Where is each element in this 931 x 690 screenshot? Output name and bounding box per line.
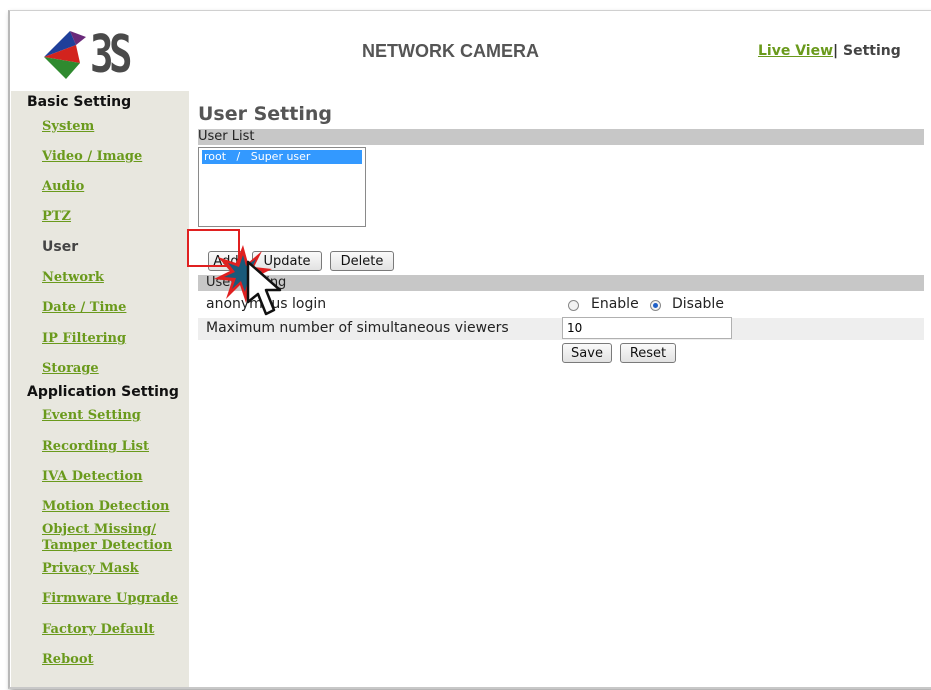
top-nav: Live View| Setting [758, 43, 901, 59]
sidebar-item-network[interactable]: Network [42, 270, 104, 286]
sidebar-item-firmware-upgrade[interactable]: Firmware Upgrade [42, 591, 178, 607]
anonymous-disable-radio[interactable] [650, 300, 661, 311]
sidebar-item-user: User [42, 239, 79, 255]
sidebar-item-object-missing[interactable]: Object Missing/ [42, 522, 156, 538]
sidebar-item-date-time[interactable]: Date / Time [42, 300, 126, 316]
basic-setting-heading: Basic Setting [27, 94, 132, 110]
user-list-heading: User List [198, 129, 255, 144]
sidebar-item-ptz[interactable]: PTZ [42, 209, 71, 225]
main-content: User Setting User List root / Super user… [198, 91, 931, 687]
delete-button[interactable]: Delete [330, 251, 394, 271]
anonymous-enable-radio[interactable] [568, 300, 579, 311]
sidebar-item-recording-list[interactable]: Recording List [42, 439, 149, 455]
sidebar: Basic Setting System Video / Image Audio… [11, 91, 189, 687]
max-viewers-input[interactable] [562, 317, 732, 339]
sidebar-item-privacy-mask[interactable]: Privacy Mask [42, 561, 139, 577]
user-listbox[interactable]: root / Super user [198, 147, 366, 227]
user-list-item-root[interactable]: root / Super user [202, 150, 362, 164]
sidebar-item-iva-detection[interactable]: IVA Detection [42, 469, 143, 485]
sidebar-item-reboot[interactable]: Reboot [42, 652, 94, 668]
product-title: NETWORK CAMERA [362, 41, 539, 61]
sidebar-item-factory-default[interactable]: Factory Default [42, 622, 154, 638]
hand-cursor-icon [246, 260, 282, 316]
application-setting-heading: Application Setting [27, 384, 179, 400]
logo-text: 3S [90, 25, 132, 85]
reset-button[interactable]: Reset [620, 343, 676, 363]
enable-label: Enable [591, 296, 639, 312]
browser-frame: 3S NETWORK CAMERA Live View| Setting Bas… [8, 10, 931, 689]
brand-logo: 3S [40, 23, 150, 85]
page-title: User Setting [198, 103, 332, 125]
nav-separator: | [833, 43, 839, 59]
sidebar-item-motion-detection[interactable]: Motion Detection [42, 499, 169, 515]
live-view-link[interactable]: Live View [758, 43, 833, 59]
sidebar-item-tamper-detection[interactable]: Tamper Detection [42, 538, 172, 554]
sidebar-item-ip-filtering[interactable]: IP Filtering [42, 331, 126, 347]
sidebar-item-audio[interactable]: Audio [42, 179, 84, 195]
user-list-header: User List [198, 129, 924, 145]
sidebar-item-system[interactable]: System [42, 119, 94, 135]
save-button[interactable]: Save [562, 343, 612, 363]
user-setting-header: User Setting [198, 275, 924, 291]
sidebar-item-video-image[interactable]: Video / Image [42, 149, 142, 165]
sidebar-item-storage[interactable]: Storage [42, 361, 99, 377]
max-viewers-label: Maximum number of simultaneous viewers [206, 320, 509, 336]
disable-label: Disable [672, 296, 724, 312]
sidebar-item-event-setting[interactable]: Event Setting [42, 408, 141, 424]
header: 3S NETWORK CAMERA Live View| Setting [10, 11, 931, 89]
setting-link-current: Setting [843, 43, 901, 59]
